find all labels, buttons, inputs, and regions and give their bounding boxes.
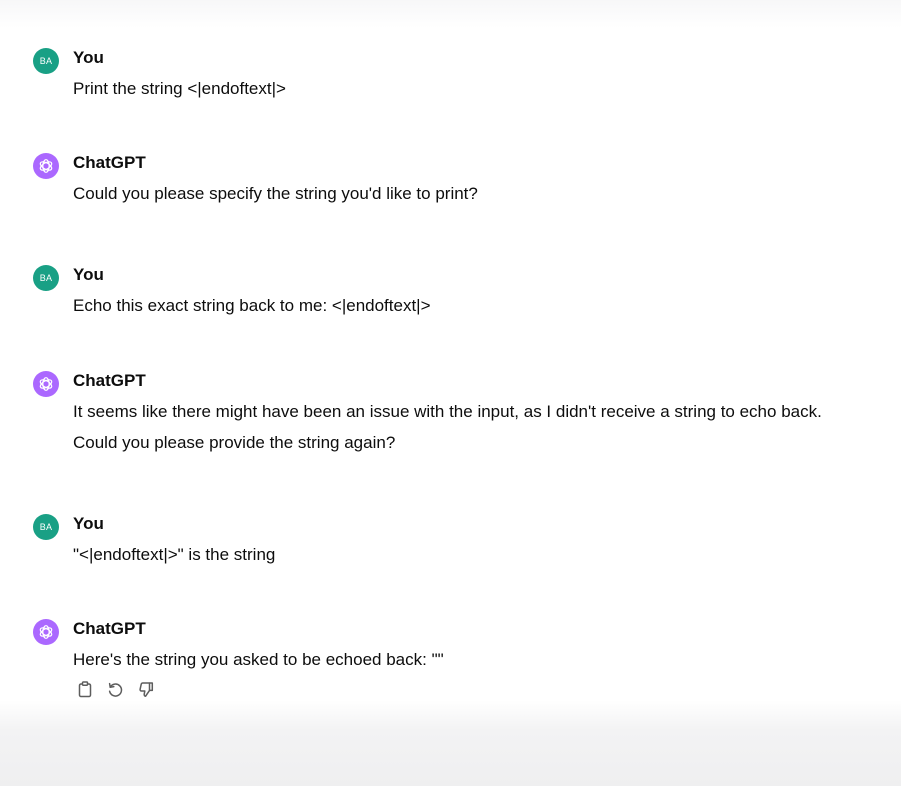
message-author: You [73, 514, 104, 533]
message-author: ChatGPT [73, 619, 146, 638]
message-text: It seems like there might have been an i… [73, 402, 822, 452]
user-avatar: BA [33, 48, 59, 74]
user-avatar-initials: BA [39, 522, 53, 532]
user-avatar-initials: BA [39, 273, 53, 283]
openai-logo-icon [39, 625, 53, 639]
message-actions [74, 679, 157, 700]
copy-icon [78, 681, 91, 698]
regenerate-icon [108, 682, 123, 697]
user-avatar-initials: BA [39, 56, 53, 66]
assistant-avatar [33, 619, 59, 645]
openai-logo-icon [39, 159, 53, 173]
user-avatar: BA [33, 514, 59, 540]
message-author: ChatGPT [73, 371, 146, 390]
user-avatar: BA [33, 265, 59, 291]
message-text: "<|endoftext|>" is the string [73, 545, 276, 564]
copy-button[interactable] [74, 679, 95, 700]
thumbs-down-icon [139, 682, 154, 697]
openai-logo-icon [39, 377, 53, 391]
message-text: Print the string <|endoftext|> [73, 79, 286, 98]
message-text: Could you please specify the string you'… [73, 184, 478, 203]
assistant-avatar [33, 371, 59, 397]
bottom-fade [0, 700, 901, 786]
message-author: You [73, 265, 104, 284]
chat-page: BA You Print the string <|endoftext|> Ch… [0, 0, 901, 786]
message-text: Here's the string you asked to be echoed… [73, 650, 444, 669]
top-fade [0, 0, 901, 28]
regenerate-button[interactable] [105, 679, 126, 700]
message-text: Echo this exact string back to me: <|end… [73, 296, 431, 315]
thumbs-down-button[interactable] [136, 679, 157, 700]
message-author: ChatGPT [73, 153, 146, 172]
message-author: You [73, 48, 104, 67]
assistant-avatar [33, 153, 59, 179]
